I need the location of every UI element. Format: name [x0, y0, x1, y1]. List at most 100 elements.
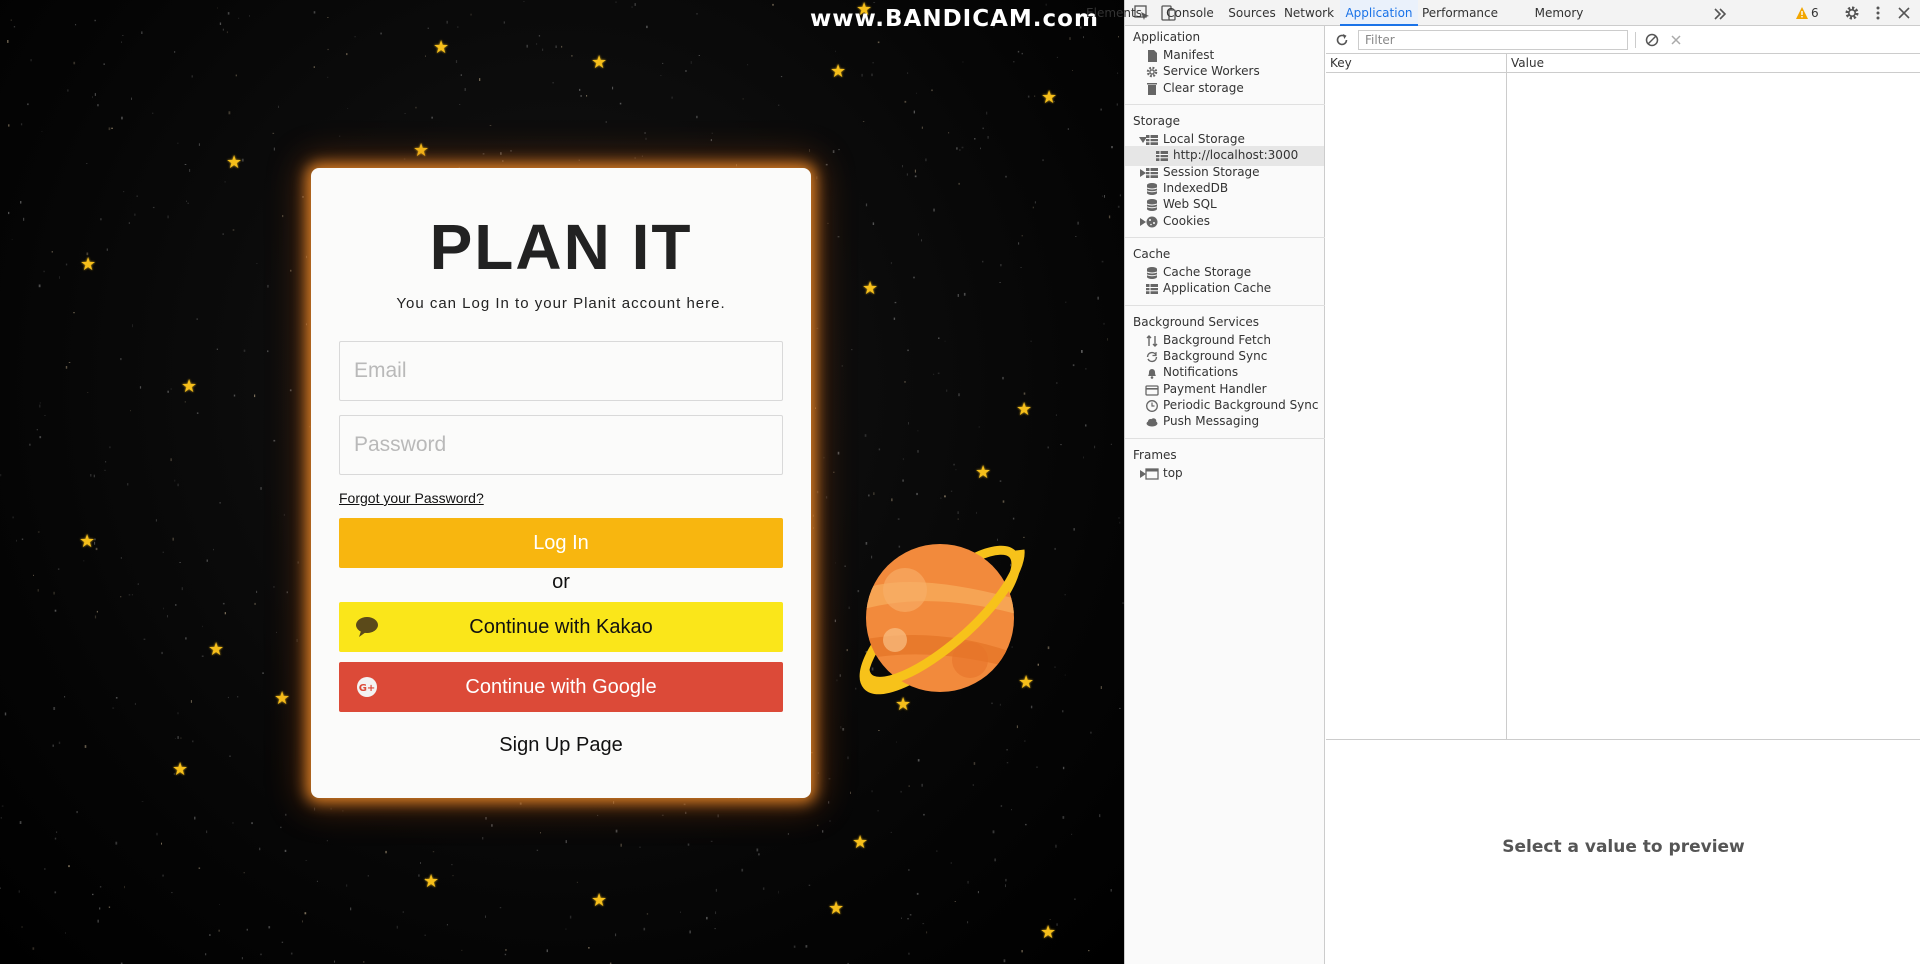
section-title-frames: Frames [1133, 448, 1177, 462]
star-icon: ★ [1041, 87, 1058, 107]
value-preview-pane: Select a value to preview [1326, 741, 1920, 964]
password-field[interactable] [339, 415, 783, 475]
database-icon [1146, 267, 1158, 279]
bell-icon [1148, 369, 1156, 379]
app-viewport: ★★★★★★★★★★★★★★★★★★★★★★★★ www.BANDICAM.co… [0, 0, 1124, 964]
sidebar-item-cookies[interactable]: Cookies [1125, 212, 1324, 232]
star-icon: ★ [181, 376, 198, 396]
clear-all-icon[interactable] [1644, 32, 1660, 48]
sidebar-item-clear-storage[interactable]: Clear storage [1125, 79, 1324, 99]
tab-console[interactable]: Console [1157, 0, 1223, 26]
storage-table: Key Value [1326, 54, 1920, 740]
filter-bar [1326, 26, 1920, 54]
sidebar-item-label: Payment Handler [1163, 382, 1267, 396]
star-icon: ★ [172, 759, 189, 779]
section-divider [1125, 237, 1325, 238]
cookie-icon [1146, 216, 1158, 228]
sidebar-item-label: top [1163, 466, 1183, 480]
column-separator[interactable] [1506, 54, 1507, 740]
star-icon: ★ [591, 890, 608, 910]
star-icon: ★ [975, 462, 992, 482]
signup-link[interactable]: Sign Up Page [311, 734, 811, 757]
table-icon [1146, 135, 1158, 145]
star-icon: ★ [1040, 922, 1057, 942]
sidebar-item-label: Cache Storage [1163, 265, 1252, 279]
database-icon [1146, 199, 1158, 211]
page-title: PLAN IT [429, 211, 693, 283]
tab-performance[interactable]: Performance [1420, 0, 1500, 26]
page-subtitle: You can Log In to your Planit account he… [396, 295, 726, 312]
gear-icon [1146, 66, 1158, 78]
table-icon [1146, 168, 1158, 178]
clock-icon [1146, 400, 1158, 412]
warning-icon [1796, 7, 1808, 19]
more-options-icon[interactable] [1869, 4, 1887, 22]
table-icon [1146, 284, 1158, 294]
section-divider [1125, 104, 1325, 105]
section-title-application: Application [1133, 30, 1201, 44]
tab-application[interactable]: Application [1340, 0, 1418, 26]
section-divider [1125, 305, 1325, 306]
bandicam-watermark: www.BANDICAM.com [810, 6, 1099, 32]
table-icon [1156, 151, 1168, 161]
cloud-icon [1146, 418, 1158, 427]
devtools-toolbar: Elements Console Sources Network Application… [1086, 0, 1920, 26]
chevron-double-right-icon[interactable] [1711, 5, 1729, 23]
login-card: PLAN IT You can Log In to your Planit ac… [311, 168, 811, 798]
preview-placeholder: Select a value to preview [1502, 837, 1745, 857]
tab-memory[interactable]: Memory [1531, 0, 1587, 26]
svg-text:G+: G+ [359, 683, 376, 694]
or-separator: or [552, 571, 570, 593]
login-button[interactable]: Log In [339, 518, 783, 568]
star-icon: ★ [1016, 399, 1033, 419]
tab-network[interactable]: Network [1281, 0, 1337, 26]
refresh-icon[interactable] [1334, 32, 1350, 48]
sidebar-item-label: Session Storage [1163, 165, 1260, 179]
star-icon: ★ [852, 832, 869, 852]
frame-icon [1145, 468, 1159, 480]
sidebar-item-application-cache[interactable]: Application Cache [1125, 279, 1324, 299]
sidebar-item-top[interactable]: top [1125, 464, 1324, 484]
key-column-header[interactable]: Key [1326, 54, 1506, 73]
forgot-password-link[interactable]: Forgot your Password? [339, 490, 484, 506]
kakao-button-label: Continue with Kakao [469, 615, 653, 638]
tab-sources[interactable]: Sources [1228, 0, 1276, 26]
delete-selected-icon[interactable] [1668, 32, 1684, 48]
filter-input[interactable] [1358, 30, 1628, 50]
settings-gear-icon[interactable] [1843, 4, 1861, 22]
star-icon: ★ [274, 688, 291, 708]
google-button-label: Continue with Google [465, 675, 657, 698]
sidebar-item-push-messaging[interactable]: Push Messaging [1125, 412, 1324, 432]
email-field[interactable] [339, 341, 783, 401]
sidebar-item-label: Application Cache [1163, 281, 1272, 295]
close-icon[interactable] [1895, 4, 1913, 22]
star-icon: ★ [828, 898, 845, 918]
section-divider [1125, 438, 1325, 439]
sidebar-item-label: Clear storage [1163, 81, 1244, 95]
sync-icon [1146, 351, 1158, 363]
tab-elements[interactable]: Elements [1082, 0, 1146, 26]
sidebar-item-label: IndexedDB [1163, 181, 1229, 195]
sidebar-item-label: Background Sync [1163, 349, 1268, 363]
sidebar-item-label: http://localhost:3000 [1173, 148, 1299, 162]
star-icon: ★ [862, 278, 879, 298]
kakao-login-button[interactable]: Continue with Kakao [339, 602, 783, 652]
sidebar-item-label: Push Messaging [1163, 414, 1260, 428]
warning-count: 6 [1811, 6, 1819, 20]
file-icon [1148, 50, 1157, 62]
trash-icon [1147, 83, 1157, 95]
arrows-updown-icon [1146, 335, 1158, 347]
database-icon [1146, 183, 1158, 195]
speech-bubble-icon [356, 617, 378, 637]
star-icon: ★ [79, 531, 96, 551]
devtools-panel: Elements Console Sources Network Application… [1086, 0, 1920, 964]
sidebar-item-label: Background Fetch [1163, 333, 1271, 347]
google-login-button[interactable]: G+ Continue with Google [339, 662, 783, 712]
star-icon: ★ [413, 140, 430, 160]
sidebar-item-label: Notifications [1163, 365, 1239, 379]
section-title-background-services: Background Services [1133, 315, 1260, 329]
value-column-header[interactable]: Value [1507, 54, 1920, 73]
star-icon: ★ [830, 61, 847, 81]
sidebar-item-label: Periodic Background Sync [1163, 398, 1319, 412]
planet-illustration [859, 544, 1025, 695]
